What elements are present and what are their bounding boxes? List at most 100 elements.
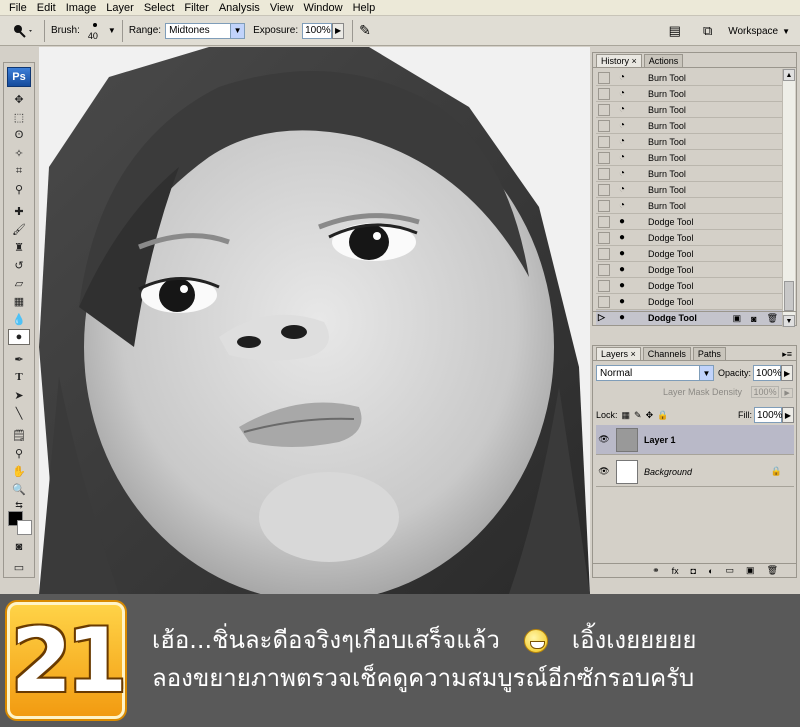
lock-all-icon[interactable]: 🔒 — [657, 410, 668, 421]
history-state[interactable]: ◔ Burn Tool — [596, 118, 782, 134]
menu-edit[interactable]: Edit — [32, 2, 61, 14]
lock-position-icon[interactable]: ✥ — [646, 410, 654, 421]
new-document-from-state-icon[interactable]: ▣ — [733, 313, 742, 324]
marquee-tool-icon[interactable]: ⬚ — [8, 109, 30, 125]
menu-help[interactable]: Help — [348, 2, 381, 14]
healing-brush-tool-icon[interactable]: ✚ — [8, 203, 30, 219]
type-tool-icon[interactable]: T — [8, 369, 30, 385]
snapshot-checkbox[interactable] — [598, 167, 610, 180]
snapshot-checkbox[interactable] — [598, 263, 610, 276]
eye-icon[interactable]: 👁 — [596, 434, 612, 445]
menu-select[interactable]: Select — [139, 2, 180, 14]
clone-stamp-tool-icon[interactable]: ♜ — [8, 239, 30, 255]
ps-logo[interactable]: Ps — [7, 67, 31, 87]
layer-name[interactable]: Background — [644, 467, 692, 477]
tab-channels[interactable]: Channels — [642, 347, 691, 360]
layer-row[interactable]: 👁 Layer 1 — [596, 425, 794, 455]
exposure-input[interactable]: 100% — [302, 22, 333, 39]
layer-name[interactable]: Layer 1 — [644, 435, 676, 445]
new-snapshot-icon[interactable]: ◙ — [751, 314, 756, 324]
new-group-icon[interactable]: ▭ — [726, 565, 735, 576]
tab-actions[interactable]: Actions — [643, 54, 684, 67]
snapshot-checkbox[interactable] — [598, 279, 610, 292]
history-state[interactable]: ● Dodge Tool — [596, 214, 782, 230]
eye-icon[interactable]: 👁 — [596, 466, 612, 477]
new-layer-icon[interactable]: ▣ — [746, 565, 755, 576]
history-scrollbar[interactable]: ▲ ▼ — [782, 69, 795, 327]
menu-layer[interactable]: Layer — [101, 2, 139, 14]
layer-style-icon[interactable]: fx — [672, 566, 679, 576]
magic-wand-tool-icon[interactable]: ✧ — [8, 145, 30, 161]
lasso-tool-icon[interactable]: ʘ — [8, 127, 30, 143]
airbrush-icon[interactable]: ✎ — [359, 22, 371, 39]
history-state[interactable]: ● Dodge Tool — [596, 294, 782, 310]
workspace-menu[interactable]: Workspace — [728, 26, 778, 37]
menu-image[interactable]: Image — [61, 2, 102, 14]
background-color-swatch[interactable] — [17, 520, 32, 535]
snapshot-checkbox[interactable] — [598, 247, 610, 260]
line-tool-icon[interactable]: ╲ — [8, 405, 30, 421]
menu-filter[interactable]: Filter — [179, 2, 213, 14]
menu-file[interactable]: File — [4, 2, 32, 14]
history-state[interactable]: ● Dodge Tool — [596, 262, 782, 278]
tab-layers[interactable]: Layers × — [596, 347, 641, 360]
tool-preset-picker[interactable] — [8, 19, 38, 43]
snapshot-checkbox[interactable] — [598, 119, 610, 132]
menu-analysis[interactable]: Analysis — [214, 2, 265, 14]
history-state[interactable]: ● Dodge Tool — [596, 230, 782, 246]
history-state[interactable]: ◔ Burn Tool — [596, 166, 782, 182]
snapshot-checkbox[interactable] — [598, 135, 610, 148]
history-state[interactable]: ◔ Burn Tool — [596, 150, 782, 166]
fill-slider-button[interactable]: ▶ — [782, 407, 794, 423]
blend-mode-select[interactable]: Normal ▼ — [596, 365, 714, 381]
snapshot-checkbox[interactable] — [598, 183, 610, 196]
history-brush-tool-icon[interactable]: ↺ — [8, 257, 30, 273]
chevron-down-icon[interactable]: ▼ — [782, 27, 790, 36]
screen-mode-icon[interactable]: ▭ — [8, 559, 30, 575]
dodge-tool-icon[interactable]: ● — [8, 329, 30, 345]
brush-tool-icon[interactable]: 🖌 — [8, 221, 30, 237]
tab-history[interactable]: History × — [596, 54, 642, 67]
history-state[interactable]: ◔ Burn Tool — [596, 86, 782, 102]
lock-image-icon[interactable]: ✎ — [634, 410, 642, 421]
snapshot-checkbox[interactable] — [598, 231, 610, 244]
history-state[interactable]: ● Dodge Tool — [596, 278, 782, 294]
eyedropper-icon[interactable]: ⚲ — [8, 445, 30, 461]
palette-well-icon[interactable]: ▤ — [669, 23, 681, 39]
gradient-tool-icon[interactable]: ▦ — [8, 293, 30, 309]
blur-tool-icon[interactable]: 💧 — [8, 311, 30, 327]
history-state[interactable]: ◔ Burn Tool — [596, 182, 782, 198]
snapshot-checkbox[interactable] — [598, 87, 610, 100]
crop-tool-icon[interactable]: ⌗ — [8, 163, 30, 179]
snapshot-checkbox[interactable] — [598, 103, 610, 116]
menu-view[interactable]: View — [265, 2, 299, 14]
move-tool-icon[interactable]: ✥ — [8, 91, 30, 107]
eraser-tool-icon[interactable]: ▱ — [8, 275, 30, 291]
snapshot-checkbox[interactable] — [598, 295, 610, 308]
path-selection-tool-icon[interactable]: ➤ — [8, 387, 30, 403]
hand-tool-icon[interactable]: ✋ — [8, 463, 30, 479]
layer-row[interactable]: 👁 Background 🔒 — [596, 457, 794, 487]
snapshot-checkbox[interactable] — [598, 151, 610, 164]
snapshot-checkbox[interactable] — [598, 199, 610, 212]
snapshot-checkbox[interactable] — [598, 71, 610, 84]
notes-tool-icon[interactable]: 🗒 — [8, 427, 30, 443]
chevron-down-icon[interactable]: ▼ — [108, 26, 116, 35]
scroll-up-icon[interactable]: ▲ — [783, 69, 795, 81]
history-state[interactable]: ◔ Burn Tool — [596, 198, 782, 214]
panel-menu-icon[interactable]: ▸≡ — [782, 349, 792, 360]
tab-paths[interactable]: Paths — [692, 347, 726, 360]
bridge-icon[interactable]: ⧉ — [703, 23, 712, 39]
document-canvas[interactable] — [39, 47, 590, 594]
opacity-input[interactable]: 100% — [753, 365, 782, 381]
scroll-thumb[interactable] — [784, 281, 794, 311]
snapshot-checkbox[interactable] — [598, 215, 610, 228]
range-select[interactable]: Midtones ▼ — [165, 22, 246, 39]
history-state[interactable]: ◔ Burn Tool — [596, 70, 782, 86]
pen-tool-icon[interactable]: ✒ — [8, 351, 30, 367]
zoom-tool-icon[interactable]: 🔍 — [8, 481, 30, 497]
link-layers-icon[interactable]: ⚭ — [652, 565, 660, 576]
trash-icon[interactable]: 🗑 — [767, 565, 778, 576]
history-state[interactable]: ◔ Burn Tool — [596, 134, 782, 150]
trash-icon[interactable]: 🗑 — [767, 313, 778, 324]
